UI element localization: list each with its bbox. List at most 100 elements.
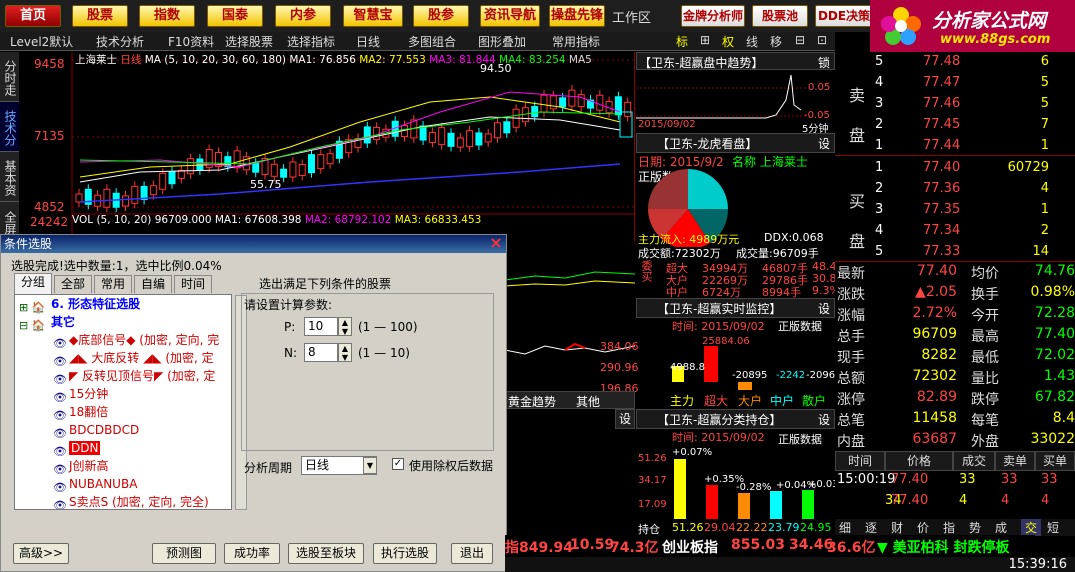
move-icon[interactable]: 移: [770, 33, 782, 50]
orderbook-row[interactable]: 5 77.48 6: [875, 54, 1075, 75]
candle: [168, 171, 176, 185]
tree-item[interactable]: 👁 18翻倍: [53, 403, 108, 422]
n-input[interactable]: 8: [304, 343, 338, 362]
minimize-icon[interactable]: ⊟: [795, 33, 805, 47]
tab-fundamental[interactable]: 基本资料: [0, 152, 19, 202]
lock-button[interactable]: 锁: [818, 54, 830, 71]
n-range: (1 — 10): [358, 346, 410, 360]
tab-technical[interactable]: 技术分析: [0, 102, 19, 152]
orderbook-row[interactable]: 4 77.34 2: [875, 223, 1075, 244]
select-indicator-menu[interactable]: 选择指标: [287, 33, 335, 50]
quote-value: 0.98%: [1030, 284, 1075, 300]
tech-analysis-menu[interactable]: 技术分析: [96, 33, 144, 50]
period-dropdown[interactable]: 日线: [356, 33, 380, 50]
news-nav-button[interactable]: 资讯导航: [480, 5, 540, 27]
tree-item[interactable]: 👁 ◤ 反转见顶信号◤ (加密, 定: [53, 367, 215, 386]
advanced-button[interactable]: 高级>>: [13, 543, 69, 564]
wisdom-button[interactable]: 智慧宝: [343, 5, 403, 27]
tree-item[interactable]: 👁 DDN: [53, 439, 101, 458]
bottom-tab[interactable]: 财: [891, 519, 903, 536]
tree-item[interactable]: ⊞ 🏠 6. 形态特征选股: [19, 295, 140, 314]
tree-item[interactable]: 👁 ◢◣ 大底反转 ◢◣ (加密, 定: [53, 349, 214, 368]
guotai-button[interactable]: 国泰: [207, 5, 263, 27]
p-spinner-icon[interactable]: ▲ ▼: [338, 317, 352, 336]
tick-header-cell[interactable]: 卖单: [995, 451, 1035, 471]
workspace-label[interactable]: 工作区: [612, 7, 651, 26]
home-button[interactable]: 首页: [5, 5, 61, 27]
bottom-tab[interactable]: 成: [995, 519, 1007, 536]
tree-item[interactable]: 👁 BDCDBDCD: [53, 421, 139, 440]
holding-settings-button[interactable]: 设: [818, 411, 830, 428]
exit-button[interactable]: 退出: [451, 543, 493, 564]
bottom-tab[interactable]: 交: [1021, 519, 1042, 536]
bottom-tab[interactable]: 价: [917, 519, 929, 536]
f10-menu[interactable]: F10资料: [168, 33, 214, 50]
tab-other[interactable]: 其他: [576, 393, 600, 410]
trader-button[interactable]: 操盘先锋: [549, 5, 605, 27]
insider-button[interactable]: 内参: [275, 5, 331, 27]
tick-header-cell[interactable]: 价格: [885, 451, 953, 471]
tick-header-cell[interactable]: 买单: [1035, 451, 1075, 471]
tree-item[interactable]: 👁 S卖点S (加密, 定向, 完全): [53, 493, 209, 509]
tree-item[interactable]: 👁 J创新高: [53, 457, 109, 476]
restore-icon[interactable]: ⊡: [817, 33, 827, 47]
rights-icon[interactable]: 权: [722, 33, 734, 50]
tab-timeshare[interactable]: 分时走势: [0, 52, 19, 102]
grid-icon[interactable]: ⊞: [700, 33, 710, 47]
select-to-sector-button[interactable]: 选股至板块: [288, 543, 364, 564]
monitor-settings-button[interactable]: 设: [818, 300, 830, 317]
formula-tree[interactable]: ⊞ 🏠 6. 形态特征选股 ⊟ 🏠 其它 👁 ◆底部信号◆ (加密, 定向, 完 👁 ◢◣ 大…: [14, 294, 232, 510]
tab-common[interactable]: 常用: [94, 275, 132, 293]
analyst-button[interactable]: 金牌分析师: [681, 5, 745, 27]
multi-chart-menu[interactable]: 多图组合: [408, 33, 456, 50]
orderbook-row[interactable]: 1 77.44 1: [875, 138, 1075, 159]
overlay-menu[interactable]: 图形叠加: [478, 33, 526, 50]
mark-icon[interactable]: 标: [676, 33, 688, 50]
orderbook-row[interactable]: 3 77.35 1: [875, 202, 1075, 223]
stock-button[interactable]: 股票: [72, 5, 128, 27]
bottom-tab[interactable]: 指: [943, 519, 955, 536]
dragon-settings-button[interactable]: 设: [818, 135, 830, 152]
line-icon[interactable]: 线: [746, 33, 758, 50]
orderbook-row[interactable]: 5 77.33 14: [875, 244, 1075, 265]
holding-panel: 时间: 2015/09/02 正版数据 51.26 34.17 17.09 +0…: [638, 431, 839, 536]
execute-select-button[interactable]: 执行选股: [373, 543, 437, 564]
orderbook-row[interactable]: 2 77.45 7: [875, 117, 1075, 138]
tab-all[interactable]: 全部: [54, 275, 92, 293]
tab-custom[interactable]: 自编: [134, 275, 172, 293]
tick-header-cell[interactable]: 时间: [835, 451, 885, 471]
orderbook-row[interactable]: 1 77.40 60729: [875, 160, 1075, 181]
chevron-down-icon[interactable]: ▼: [363, 457, 377, 474]
settings-button[interactable]: 设: [615, 409, 635, 429]
select-stock-menu[interactable]: 选择股票: [225, 33, 273, 50]
stock-pool-button[interactable]: 股票池: [752, 5, 808, 27]
stock-ref-button[interactable]: 股参: [413, 5, 469, 27]
bottom-tab[interactable]: 逐: [865, 519, 877, 536]
index-button[interactable]: 指数: [139, 5, 195, 27]
tick-header-cell[interactable]: 成交: [953, 451, 995, 471]
tree-item[interactable]: 👁 15分钟: [53, 385, 108, 404]
common-indicator-menu[interactable]: 常用指标: [552, 33, 600, 50]
orderbook-row[interactable]: 2 77.36 4: [875, 181, 1075, 202]
success-rate-button[interactable]: 成功率: [224, 543, 280, 564]
dde-button[interactable]: DDE决策: [815, 5, 873, 27]
bottom-tab[interactable]: 势: [969, 519, 981, 536]
forecast-button[interactable]: 预测图: [152, 543, 216, 564]
rights-checkbox[interactable]: ✓: [392, 458, 404, 470]
level2-dropdown[interactable]: Level2默认: [10, 33, 73, 50]
orderbook-row[interactable]: 4 77.47 5: [875, 75, 1075, 96]
n-spinner-icon[interactable]: ▲ ▼: [338, 343, 352, 362]
tab-gold-trend[interactable]: 黄金趋势: [508, 393, 556, 410]
tree-item[interactable]: ⊟ 🏠 其它: [19, 313, 75, 332]
bottom-tab[interactable]: 短: [1047, 519, 1059, 536]
bottom-tab[interactable]: 细: [839, 519, 851, 536]
close-icon[interactable]: ×: [488, 235, 504, 251]
p-input[interactable]: 10: [304, 317, 338, 336]
tree-item[interactable]: 👁 ◆底部信号◆ (加密, 定向, 完: [53, 331, 219, 350]
candle: [475, 132, 483, 146]
tab-group[interactable]: 分组: [14, 273, 52, 294]
tab-time[interactable]: 时间: [174, 275, 212, 293]
quote-value: ▲2.05: [915, 284, 957, 300]
orderbook-row[interactable]: 3 77.46 5: [875, 96, 1075, 117]
tree-item[interactable]: 👁 NUBANUBA: [53, 475, 137, 494]
